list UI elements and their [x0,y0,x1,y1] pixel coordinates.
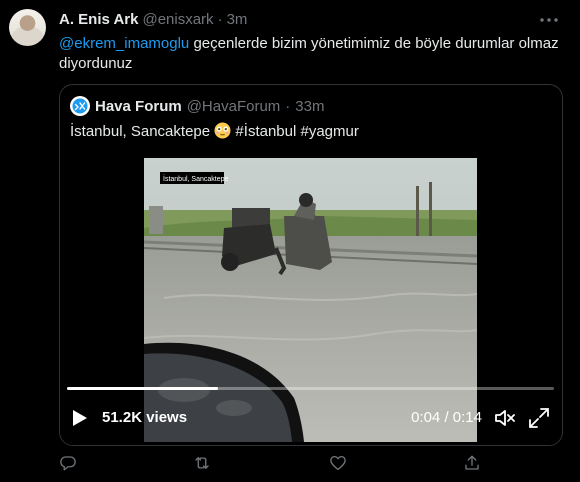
video-location-label: İstanbul, Sancaktepe [163,174,228,183]
quote-time: 33m [295,97,325,115]
quote-text-location: İstanbul, Sancaktepe [70,123,215,140]
flushed-face-icon [214,122,231,139]
author-name[interactable]: A. Enis Ark [59,11,138,28]
like-icon[interactable] [328,453,348,473]
play-icon[interactable] [72,409,88,427]
quote-author-name: Hava Forum [95,97,182,115]
quote-header: Hava Forum @HavaForum · 33m [70,96,324,116]
quote-author-handle: @HavaForum [186,97,281,115]
tweet-actions [58,453,498,475]
mention-link[interactable]: @ekrem_imamoglu [59,35,189,52]
hava-forum-logo-icon [72,98,88,114]
video-frame: İstanbul, Sancaktepe [144,158,477,442]
author-handle[interactable]: @enisxark [142,11,213,28]
quote-author-avatar [70,96,90,116]
time-current: 0:04 [411,409,441,426]
author-avatar[interactable] [9,9,46,46]
video-timecode: 0:04 / 0:14 [411,409,482,426]
video-progress-bar[interactable] [67,387,554,390]
separator-dot: · [217,11,223,28]
video-progress-fill [67,387,218,390]
quote-text: İstanbul, Sancaktepe #İstanbul #yagmur [70,122,359,142]
share-icon[interactable] [462,453,482,473]
quoted-tweet[interactable]: Hava Forum @HavaForum · 33m İstanbul, Sa… [59,84,563,446]
view-count: 51.2K views [102,409,188,426]
quote-hashtags[interactable]: #İstanbul #yagmur [231,123,358,140]
video-player[interactable]: İstanbul, Sancaktepe 51.2K views 0:04 / … [60,155,562,445]
time-separator: / [440,409,453,426]
time-total: 0:14 [452,409,482,426]
tweet-text: @ekrem_imamoglu geçenlerde bizim yönetim… [59,34,559,74]
separator-dot: · [285,97,291,115]
retweet-icon[interactable] [192,453,212,473]
more-options-icon[interactable] [539,10,559,30]
tweet-header: A. Enis Ark @enisxark · 3m [59,11,247,29]
mute-icon[interactable] [494,408,516,428]
tweet-time[interactable]: 3m [227,11,248,28]
fullscreen-icon[interactable] [528,407,550,429]
reply-icon[interactable] [58,453,78,473]
